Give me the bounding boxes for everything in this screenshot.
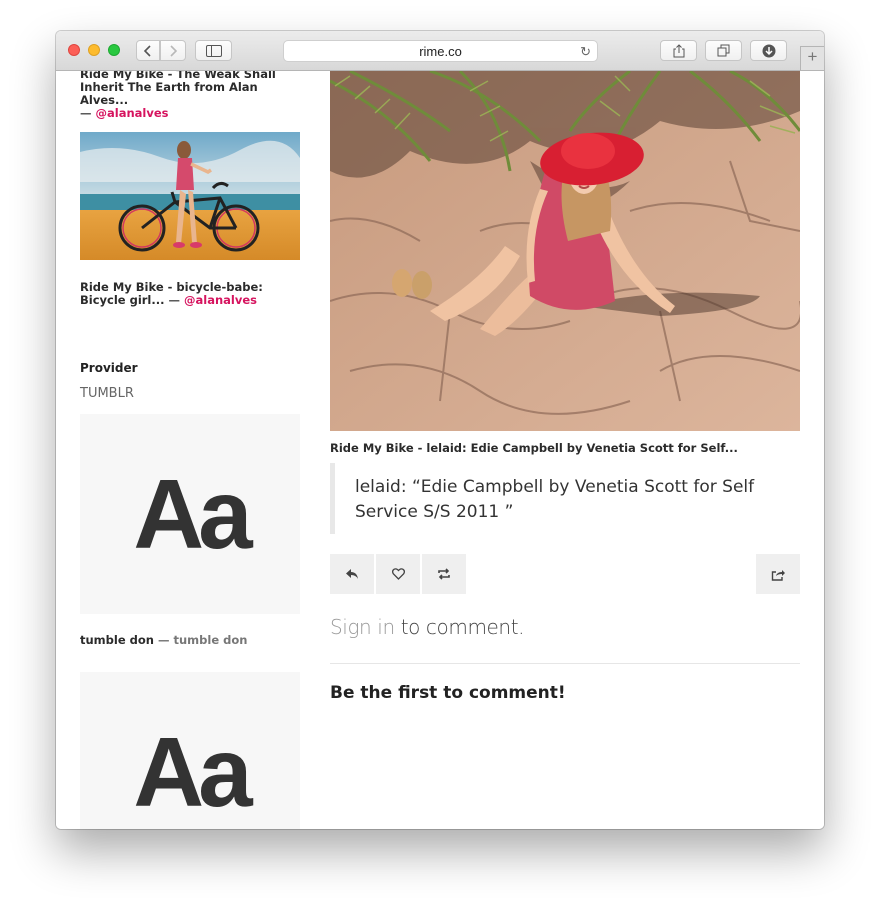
post-title[interactable]: Ride My Bike - lelaid: Edie Campbell by … bbox=[330, 441, 800, 455]
separator: — bbox=[157, 633, 170, 647]
separator: — bbox=[80, 106, 92, 120]
sidebar-post-1[interactable]: Ride My Bike - The Weak Shall Inherit Th… bbox=[80, 71, 300, 120]
reply-icon bbox=[346, 569, 358, 579]
downloads-button[interactable] bbox=[750, 40, 787, 61]
chevron-left-icon bbox=[143, 44, 151, 57]
provider-value: TUMBLR bbox=[80, 386, 134, 401]
post-author-link[interactable]: tumble don bbox=[174, 633, 248, 647]
sidebar-icon bbox=[205, 44, 222, 57]
forward-button[interactable] bbox=[160, 40, 186, 61]
sidebar-post-2[interactable]: Ride My Bike - bicycle-babe: Bicycle gir… bbox=[80, 281, 300, 307]
back-button[interactable] bbox=[136, 40, 160, 61]
font-preview-text: Aa bbox=[133, 716, 252, 827]
sidebar-post-3[interactable]: tumble don — tumble don bbox=[80, 634, 300, 647]
reply-button[interactable] bbox=[330, 554, 374, 594]
signin-rest: to comment. bbox=[394, 615, 525, 639]
provider-label: Provider bbox=[80, 361, 138, 375]
new-tab-button[interactable]: + bbox=[800, 46, 824, 70]
empty-comments-message: Be the first to comment! bbox=[330, 683, 566, 703]
share-page-icon bbox=[673, 43, 684, 57]
browser-toolbar: rime.co ↻ + bbox=[56, 31, 824, 71]
post-author-link[interactable]: @alanalves bbox=[184, 293, 257, 307]
share-page-button[interactable] bbox=[660, 40, 697, 61]
divider bbox=[330, 663, 800, 664]
like-button[interactable] bbox=[376, 554, 420, 594]
close-window-button[interactable] bbox=[68, 44, 80, 56]
url-text: rime.co bbox=[419, 43, 462, 59]
tabs-icon bbox=[717, 44, 729, 57]
download-icon bbox=[762, 44, 775, 57]
share-button[interactable] bbox=[756, 554, 800, 594]
post-author-link[interactable]: @alanalves bbox=[96, 106, 169, 120]
minimize-window-button[interactable] bbox=[88, 44, 100, 56]
font-preview-text: Aa bbox=[133, 458, 252, 569]
post-title[interactable]: tumble don bbox=[80, 633, 154, 647]
reload-icon[interactable]: ↻ bbox=[580, 44, 591, 60]
signin-prompt: Sign in to comment. bbox=[330, 615, 525, 639]
zoom-window-button[interactable] bbox=[108, 44, 120, 56]
browser-window: rime.co ↻ + Ride My Bike - The Weak Shal… bbox=[56, 31, 824, 829]
signin-link[interactable]: Sign in bbox=[330, 615, 395, 639]
share-icon bbox=[771, 569, 785, 581]
repost-icon bbox=[438, 568, 450, 580]
sidebar-toggle-button[interactable] bbox=[195, 40, 232, 61]
address-bar[interactable]: rime.co ↻ bbox=[283, 40, 598, 62]
heart-icon bbox=[391, 568, 405, 580]
page-content: Ride My Bike - The Weak Shall Inherit Th… bbox=[56, 71, 824, 829]
font-preview-card[interactable]: Aa bbox=[80, 672, 300, 829]
chevron-right-icon bbox=[170, 44, 178, 57]
font-preview-card[interactable]: Aa bbox=[80, 414, 300, 614]
post-quote: lelaid: “Edie Campbell by Venetia Scott … bbox=[330, 463, 770, 534]
separator: — bbox=[168, 293, 181, 307]
post-title[interactable]: Ride My Bike - The Weak Shall Inherit Th… bbox=[80, 71, 276, 107]
bicycle-girl-thumbnail[interactable] bbox=[80, 132, 300, 260]
quote-text: lelaid: “Edie Campbell by Venetia Scott … bbox=[355, 477, 755, 522]
repost-button[interactable] bbox=[422, 554, 466, 594]
post-main-image[interactable] bbox=[330, 71, 800, 431]
tabs-overview-button[interactable] bbox=[705, 40, 742, 61]
